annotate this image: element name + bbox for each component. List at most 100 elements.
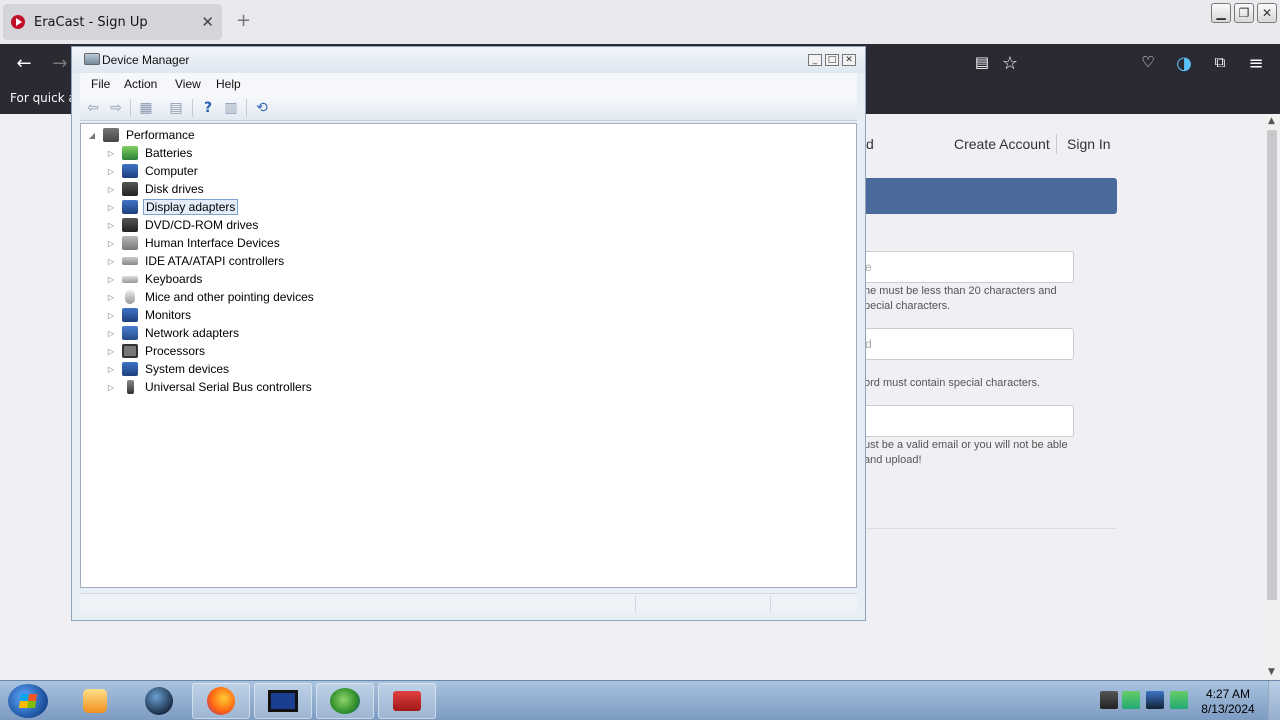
taskbar-network-button[interactable] [316, 683, 374, 719]
expand-icon[interactable]: ▷ [106, 347, 116, 356]
menu-hamburger-icon[interactable]: ≡ [1244, 53, 1268, 74]
expand-icon[interactable]: ▷ [106, 167, 116, 176]
new-tab-icon[interactable]: + [236, 10, 251, 31]
properties-icon[interactable]: ▤ [168, 100, 184, 116]
reader-view-icon[interactable]: ▤ [970, 53, 994, 71]
taskbar-toolbox-button[interactable] [378, 683, 436, 719]
tree-node-display-adapters[interactable]: ▷ Display adapters [106, 198, 239, 216]
tray-app-icon[interactable] [1170, 691, 1188, 709]
taskbar-media-player-button[interactable] [66, 683, 124, 719]
expand-icon[interactable]: ▷ [106, 221, 116, 230]
show-desktop-button[interactable] [1268, 681, 1280, 720]
window-restore-button[interactable]: ❐ [1234, 3, 1254, 23]
tree-node-mice[interactable]: ▷ Mice and other pointing devices [106, 288, 316, 306]
toolbar-separator [130, 99, 131, 117]
extensions-puzzle-icon[interactable]: ⧉ [1208, 53, 1232, 71]
tree-node-label: Batteries [145, 146, 193, 160]
window-close-button[interactable]: ✕ [1257, 3, 1277, 23]
expand-icon[interactable]: ▷ [106, 239, 116, 248]
sign-in-link[interactable]: Sign In [1067, 136, 1111, 152]
start-button[interactable] [8, 684, 48, 718]
computer-icon [122, 164, 138, 178]
tab-title: EraCast - Sign Up [34, 14, 148, 30]
tree-node-ide-controllers[interactable]: ▷ IDE ATA/ATAPI controllers [106, 252, 286, 270]
tree-node-label: Monitors [145, 308, 192, 322]
expand-icon[interactable]: ▷ [106, 257, 116, 266]
tree-root[interactable]: ◢ Performance [87, 126, 197, 144]
close-tab-icon[interactable]: ✕ [201, 13, 214, 31]
action-pane-icon[interactable]: ▥ [223, 100, 239, 116]
tree-node-batteries[interactable]: ▷ Batteries [106, 144, 194, 162]
clock-time: 4:27 AM [1205, 687, 1251, 701]
extension-theme-icon[interactable]: ◑ [1172, 53, 1196, 74]
password-hint: ord must contain special characters. [864, 377, 1041, 389]
scroll-down-icon[interactable]: ▼ [1268, 667, 1275, 677]
dm-minimize-button[interactable]: _ [808, 54, 822, 66]
device-manager-titlebar[interactable]: Device Manager _ □ ✕ [72, 47, 865, 73]
show-hide-console-tree-icon[interactable]: ▦ [138, 100, 154, 116]
forward-arrow-icon[interactable]: → [48, 53, 72, 74]
help-icon[interactable]: ? [200, 100, 216, 116]
back-arrow-icon[interactable]: ← [12, 53, 36, 74]
tree-node-system-devices[interactable]: ▷ System devices [106, 360, 231, 378]
tray-show-hidden-icon[interactable] [1100, 691, 1118, 709]
menu-view[interactable]: View [175, 77, 201, 91]
window-minimize-button[interactable]: ▁ [1211, 3, 1231, 23]
tree-node-computer[interactable]: ▷ Computer [106, 162, 200, 180]
email-field[interactable] [860, 405, 1074, 437]
tree-node-network-adapters[interactable]: ▷ Network adapters [106, 324, 241, 342]
tree-node-hid[interactable]: ▷ Human Interface Devices [106, 234, 282, 252]
device-manager-window[interactable]: Device Manager _ □ ✕ File Action View He… [71, 46, 866, 621]
tree-node-processors[interactable]: ▷ Processors [106, 342, 207, 360]
expand-icon[interactable]: ▷ [106, 311, 116, 320]
expand-icon[interactable]: ▷ [106, 383, 116, 392]
tree-node-label: Processors [145, 344, 206, 358]
create-account-link[interactable]: Create Account [954, 136, 1050, 152]
taskbar-globe-button[interactable] [130, 683, 188, 719]
collapse-icon[interactable]: ◢ [87, 131, 97, 140]
tree-node-keyboards[interactable]: ▷ Keyboards [106, 270, 204, 288]
tree-node-label: Keyboards [145, 272, 203, 286]
expand-icon[interactable]: ▷ [106, 149, 116, 158]
browser-tab[interactable]: EraCast - Sign Up ✕ [3, 4, 222, 40]
back-icon[interactable]: ⇦ [85, 100, 101, 116]
taskbar: 4:27 AM 8/13/2024 [0, 680, 1280, 720]
expand-icon[interactable]: ▷ [106, 203, 116, 212]
expand-icon[interactable]: ▷ [106, 275, 116, 284]
scroll-up-icon[interactable]: ▲ [1268, 116, 1275, 126]
expand-icon[interactable]: ▷ [106, 185, 116, 194]
dm-close-button[interactable]: ✕ [842, 54, 856, 66]
globe-icon [145, 687, 173, 715]
form-divider [866, 528, 1116, 529]
tray-display-icon[interactable] [1146, 691, 1164, 709]
pocket-icon[interactable]: ♡ [1136, 53, 1160, 71]
device-manager-menubar: File Action View Help [80, 73, 857, 95]
bookmark-star-icon[interactable]: ☆ [998, 53, 1022, 74]
tree-node-label: Mice and other pointing devices [145, 290, 314, 304]
page-scrollbar[interactable]: ▲ ▼ [1264, 114, 1280, 680]
system-device-icon [122, 362, 138, 376]
tree-node-disk-drives[interactable]: ▷ Disk drives [106, 180, 206, 198]
menu-file[interactable]: File [91, 77, 110, 91]
tree-node-usb-controllers[interactable]: ▷ Universal Serial Bus controllers [106, 378, 314, 396]
tree-node-label: DVD/CD-ROM drives [145, 218, 259, 232]
taskbar-firefox-button[interactable] [192, 683, 250, 719]
username-field[interactable]: e [860, 251, 1074, 283]
menu-action[interactable]: Action [124, 77, 157, 91]
expand-icon[interactable]: ▷ [106, 365, 116, 374]
dm-maximize-button[interactable]: □ [825, 54, 839, 66]
password-field[interactable]: d [860, 328, 1074, 360]
tree-node-monitors[interactable]: ▷ Monitors [106, 306, 193, 324]
menu-help[interactable]: Help [216, 77, 241, 91]
forward-icon[interactable]: ⇨ [108, 100, 124, 116]
nav-link-fragment[interactable]: d [866, 136, 874, 152]
scan-hardware-changes-icon[interactable]: ⟲ [254, 100, 270, 116]
tree-node-dvd-drives[interactable]: ▷ DVD/CD-ROM drives [106, 216, 260, 234]
expand-icon[interactable]: ▷ [106, 293, 116, 302]
tray-network-icon[interactable] [1122, 691, 1140, 709]
taskbar-clock[interactable]: 4:27 AM 8/13/2024 [1196, 687, 1260, 717]
disk-drive-icon [122, 182, 138, 196]
expand-icon[interactable]: ▷ [106, 329, 116, 338]
scrollbar-thumb[interactable] [1267, 130, 1277, 600]
taskbar-device-manager-button[interactable] [254, 683, 312, 719]
